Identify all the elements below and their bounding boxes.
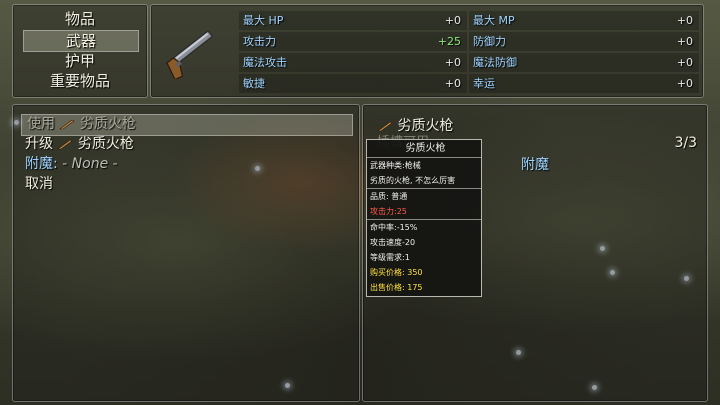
category-window: 物品 武器 护甲 重要物品 xyxy=(12,4,148,98)
tooltip-sell-price: 出售价格: 175 xyxy=(370,283,423,292)
use-item-name: 劣质火枪 xyxy=(79,116,136,132)
flintlock-pistol-icon xyxy=(57,139,74,150)
inventory-item[interactable]: 劣质火枪 xyxy=(377,115,453,135)
command-window: 使用 劣质火枪 升级 劣质火枪 附魔: - None - 取消 xyxy=(12,104,360,402)
tooltip-title: 劣质火枪 xyxy=(405,143,446,154)
use-command[interactable]: 使用 劣质火枪 xyxy=(27,115,136,133)
stat-row-max-hp: 最大 HP +0 xyxy=(239,11,467,30)
category-items[interactable]: 物品 xyxy=(23,9,137,29)
tooltip-attack: 攻击力:25 xyxy=(370,207,407,216)
stat-row-max-mp: 最大 MP +0 xyxy=(469,11,699,30)
category-key-items[interactable]: 重要物品 xyxy=(23,71,137,91)
flintlock-pistol-icon xyxy=(377,121,393,132)
cancel-command[interactable]: 取消 xyxy=(25,175,53,193)
stat-row-magic-defense: 魔法防御 +0 xyxy=(469,53,699,72)
use-label: 使用 xyxy=(27,116,55,132)
enchant-label: 附魔: xyxy=(25,156,58,172)
tooltip-level-requirement: 等级需求:1 xyxy=(370,253,410,262)
tooltip-description: 劣质的火枪, 不怎么厉害 xyxy=(370,176,456,185)
upgrade-item-name: 劣质火枪 xyxy=(77,136,134,152)
equipment-status-window: 最大 HP +0 最大 MP +0 攻击力 +25 防御力 +0 魔法攻击 +0 魔法防御… xyxy=(150,4,704,98)
stat-row-agility: 敏捷 +0 xyxy=(239,74,467,93)
tooltip-hit-rate: 命中率:-15% xyxy=(370,223,418,232)
enchant-command[interactable]: 附魔: - None - xyxy=(25,155,118,173)
enchant-value: - None - xyxy=(62,156,118,172)
upgrade-command[interactable]: 升级 劣质火枪 xyxy=(25,135,134,153)
upgrade-label: 升级 xyxy=(25,136,53,152)
tooltip-buy-price: 购买价格: 350 xyxy=(370,268,423,277)
tooltip-attack-speed: 攻击速度-20 xyxy=(370,238,416,247)
category-armor[interactable]: 护甲 xyxy=(23,51,137,71)
stat-row-luck: 幸运 +0 xyxy=(469,74,699,93)
item-tooltip: 劣质火枪 武器种类:枪械 劣质的火枪, 不怎么厉害 品质: 普通 攻击力:25 … xyxy=(366,139,482,297)
stat-row-attack: 攻击力 +25 xyxy=(239,32,467,51)
inventory-item-name: 劣质火枪 xyxy=(397,118,454,134)
flintlock-pistol-icon xyxy=(163,23,221,83)
tooltip-quality: 品质: 普通 xyxy=(370,192,408,201)
category-weapons[interactable]: 武器 xyxy=(23,30,139,52)
item-count: 3/3 xyxy=(674,135,697,151)
stat-row-defense: 防御力 +0 xyxy=(469,32,699,51)
flintlock-pistol-icon xyxy=(59,119,76,130)
stat-row-magic-attack: 魔法攻击 +0 xyxy=(239,53,467,72)
tooltip-type: 武器种类:枪械 xyxy=(370,161,421,170)
enchant-slot-label: 附魔 xyxy=(521,157,549,173)
